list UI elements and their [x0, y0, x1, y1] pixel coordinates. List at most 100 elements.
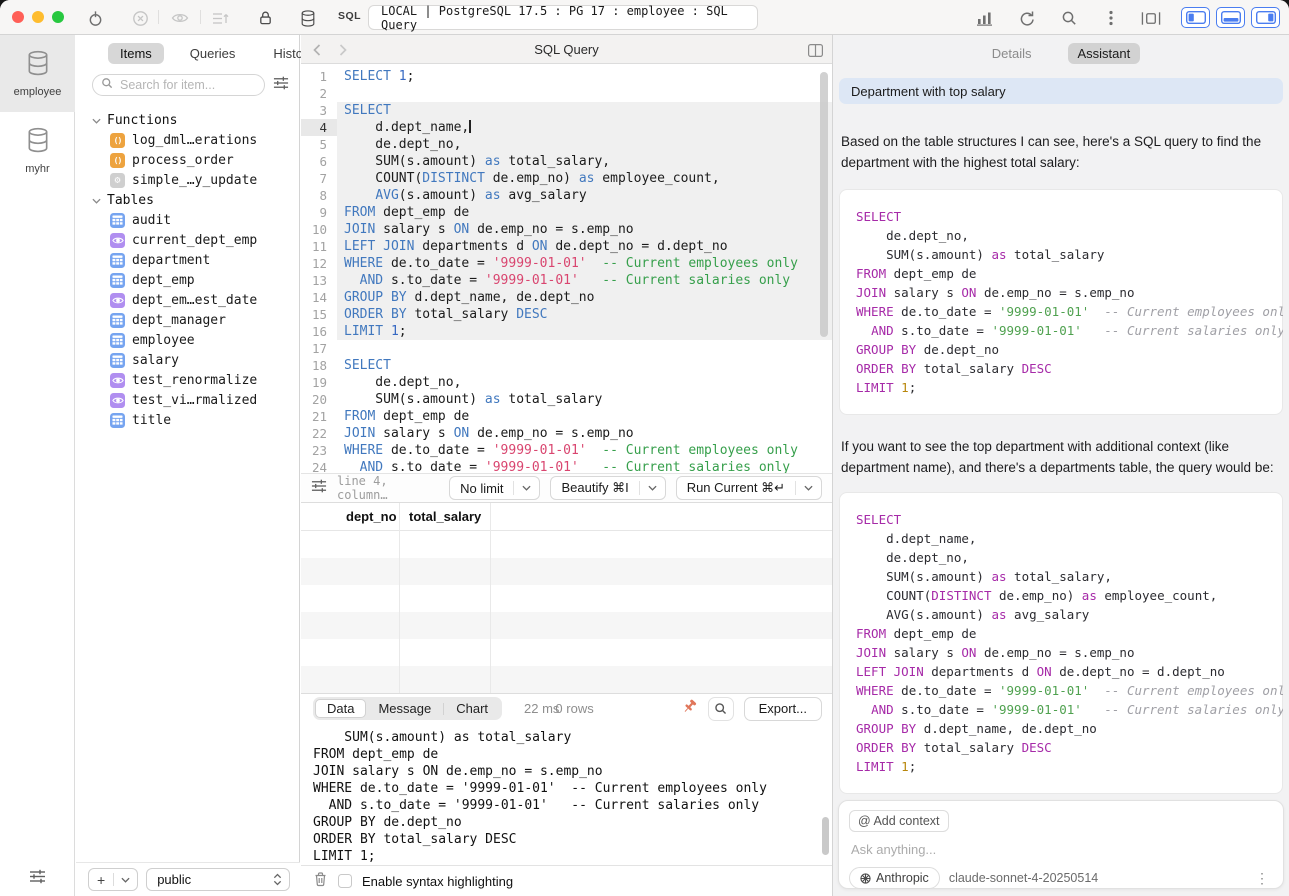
filter-sliders-icon[interactable] — [311, 478, 327, 499]
more-icon[interactable]: ⋮ — [1251, 870, 1273, 887]
sql-code-block[interactable]: SELECT d.dept_name, de.dept_no, SUM(s.am… — [839, 492, 1283, 794]
add-item-button[interactable]: + — [88, 868, 138, 891]
tab-message[interactable]: Message — [366, 699, 443, 718]
beautify-button[interactable]: Beautify ⌘I — [550, 476, 665, 500]
schema-select[interactable]: public — [146, 868, 290, 891]
trash-icon[interactable] — [313, 871, 328, 892]
editor-line-21[interactable]: 21FROM dept_emp de — [301, 408, 832, 425]
editor-scrollbar[interactable] — [820, 72, 828, 337]
item-audit[interactable]: audit — [92, 210, 299, 230]
limit-select[interactable]: No limit — [449, 476, 540, 500]
editor-line-11[interactable]: 11LEFT JOIN departments d ON de.dept_no … — [301, 238, 832, 255]
column-divider[interactable] — [399, 503, 400, 693]
message-scrollbar[interactable] — [822, 817, 829, 855]
zoom-window-button[interactable] — [52, 11, 64, 23]
item-test_renormalize[interactable]: test_renormalize — [92, 370, 299, 390]
tab-chart[interactable]: Chart — [444, 699, 500, 718]
item-dept_manager[interactable]: dept_manager — [92, 310, 299, 330]
table-row[interactable] — [301, 585, 832, 612]
editor-line-17[interactable]: 17 — [301, 340, 832, 357]
toggle-right-panel-icon[interactable] — [1251, 7, 1280, 28]
editor-line-9[interactable]: 9FROM dept_emp de — [301, 204, 832, 221]
tab-details[interactable]: Details — [982, 43, 1042, 64]
item-simple_y_update[interactable]: ⚙simple_…y_update — [92, 170, 299, 190]
editor-line-13[interactable]: 13 AND s.to_date = '9999-01-01' -- Curre… — [301, 272, 832, 289]
editor-line-7[interactable]: 7 COUNT(DISTINCT de.emp_no) as employee_… — [301, 170, 832, 187]
chart-icon[interactable] — [974, 8, 994, 28]
run-current-button[interactable]: Run Current ⌘↵ — [676, 476, 822, 500]
lock-icon[interactable] — [255, 8, 275, 28]
editor-line-14[interactable]: 14GROUP BY d.dept_name, de.dept_no — [301, 289, 832, 306]
editor-line-1[interactable]: 1SELECT 1; — [301, 68, 832, 85]
tab-queries[interactable]: Queries — [178, 43, 248, 64]
search-icon[interactable] — [1059, 8, 1079, 28]
editor-tab-title[interactable]: SQL Query — [534, 42, 599, 57]
forward-icon[interactable] — [335, 42, 351, 58]
item-log_dmlerations[interactable]: ()log_dml…erations — [92, 130, 299, 150]
sidebar-search[interactable] — [92, 74, 265, 96]
add-context-button[interactable]: @ Add context — [849, 810, 949, 832]
column-header[interactable]: total_salary — [409, 509, 481, 524]
item-dept_emest_date[interactable]: dept_em…est_date — [92, 290, 299, 310]
item-current_dept_emp[interactable]: current_dept_emp — [92, 230, 299, 250]
item-dept_emp[interactable]: dept_emp — [92, 270, 299, 290]
column-header[interactable]: dept_no — [346, 509, 397, 524]
toggle-left-panel-icon[interactable] — [1181, 7, 1210, 28]
connection-breadcrumb[interactable]: LOCAL | PostgreSQL 17.5 : PG 17 : employ… — [368, 5, 758, 30]
connection-myhr[interactable]: myhr — [0, 112, 75, 189]
item-department[interactable]: department — [92, 250, 299, 270]
item-process_order[interactable]: ()process_order — [92, 150, 299, 170]
item-title[interactable]: title — [92, 410, 299, 430]
editor-line-2[interactable]: 2 — [301, 85, 832, 102]
editor-line-10[interactable]: 10JOIN salary s ON de.emp_no = s.emp_no — [301, 221, 832, 238]
editor-line-16[interactable]: 16LIMIT 1; — [301, 323, 832, 340]
log-list-icon[interactable] — [210, 8, 230, 28]
split-view-icon[interactable] — [806, 42, 824, 58]
provider-select[interactable]: Anthropic — [849, 867, 940, 889]
filter-sliders-icon[interactable] — [273, 75, 289, 96]
editor-line-24[interactable]: 24 AND s.to_date = '9999-01-01' -- Curre… — [301, 459, 832, 473]
chat-input[interactable] — [849, 841, 1273, 858]
editor-line-6[interactable]: 6 SUM(s.amount) as total_salary, — [301, 153, 832, 170]
editor-line-20[interactable]: 20 SUM(s.amount) as total_salary — [301, 391, 832, 408]
table-row[interactable] — [301, 612, 832, 639]
editor-line-8[interactable]: 8 AVG(s.amount) as avg_salary — [301, 187, 832, 204]
target-icon[interactable] — [85, 8, 105, 28]
refresh-icon[interactable] — [1017, 8, 1037, 28]
item-salary[interactable]: salary — [92, 350, 299, 370]
center-layout-icon[interactable] — [1141, 8, 1161, 28]
export-button[interactable]: Export... — [744, 697, 822, 721]
editor-line-4[interactable]: 4 d.dept_name, — [301, 119, 832, 136]
eye-icon[interactable] — [170, 8, 190, 28]
close-window-button[interactable] — [12, 11, 24, 23]
editor-line-3[interactable]: 3SELECT — [301, 102, 832, 119]
editor-line-23[interactable]: 23WHERE de.to_date = '9999-01-01' -- Cur… — [301, 442, 832, 459]
tab-data[interactable]: Data — [315, 699, 366, 718]
item-test_virmalized[interactable]: test_vi…rmalized — [92, 390, 299, 410]
minimize-window-button[interactable] — [32, 11, 44, 23]
column-divider[interactable] — [490, 503, 491, 693]
section-functions[interactable]: Functions — [92, 110, 299, 130]
tab-items[interactable]: Items — [108, 43, 164, 64]
more-icon[interactable] — [1101, 8, 1121, 28]
editor-line-12[interactable]: 12WHERE de.to_date = '9999-01-01' -- Cur… — [301, 255, 832, 272]
editor-line-15[interactable]: 15ORDER BY total_salary DESC — [301, 306, 832, 323]
section-tables[interactable]: Tables — [92, 190, 299, 210]
sql-editor[interactable]: 1SELECT 1;23SELECT4 d.dept_name,5 de.dep… — [301, 64, 832, 473]
toggle-bottom-panel-icon[interactable] — [1216, 7, 1245, 28]
filter-sliders-icon[interactable] — [29, 868, 46, 890]
database-icon[interactable] — [298, 8, 318, 28]
editor-line-22[interactable]: 22JOIN salary s ON de.emp_no = s.emp_no — [301, 425, 832, 442]
table-row[interactable] — [301, 531, 832, 558]
conversation-title[interactable]: Department with top salary — [839, 78, 1283, 104]
table-row[interactable] — [301, 639, 832, 666]
search-input[interactable] — [118, 77, 256, 93]
table-row[interactable] — [301, 558, 832, 585]
editor-line-18[interactable]: 18SELECT — [301, 357, 832, 374]
syntax-highlight-checkbox[interactable] — [338, 874, 352, 888]
results-grid[interactable]: dept_no total_salary — [301, 503, 832, 694]
disconnect-icon[interactable] — [130, 8, 150, 28]
sql-code-block[interactable]: SELECT de.dept_no, SUM(s.amount) as tota… — [839, 189, 1283, 415]
table-row[interactable] — [301, 666, 832, 693]
search-results-button[interactable] — [708, 697, 734, 721]
